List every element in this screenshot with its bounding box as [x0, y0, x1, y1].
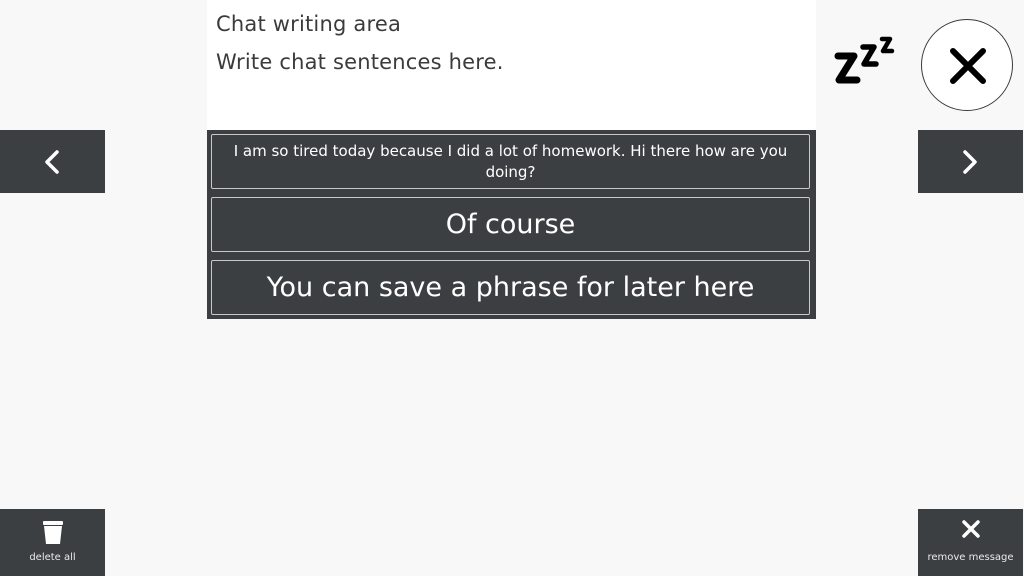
delete-all-label: delete all	[29, 552, 76, 563]
writing-area-title: Chat writing area	[216, 12, 402, 36]
phrase-item[interactable]: Of course	[211, 197, 810, 252]
writing-area-placeholder: Write chat sentences here.	[216, 50, 504, 74]
previous-button[interactable]	[0, 130, 105, 193]
chat-writing-area[interactable]: Chat writing area Write chat sentences h…	[207, 0, 816, 130]
close-button[interactable]	[921, 19, 1013, 111]
chat-screen: Chat writing area Write chat sentences h…	[0, 0, 1024, 576]
remove-message-button[interactable]: remove message	[918, 509, 1023, 576]
trash-icon	[42, 521, 63, 544]
close-icon	[950, 48, 986, 84]
zzz-icon	[834, 36, 895, 84]
chevron-right-icon	[963, 150, 977, 174]
chevron-left-icon	[45, 150, 59, 174]
phrase-item[interactable]: You can save a phrase for later here	[211, 260, 810, 315]
sleep-button[interactable]	[830, 30, 905, 90]
remove-message-label: remove message	[927, 552, 1014, 563]
phrase-item[interactable]: I am so tired today because I did a lot …	[211, 134, 810, 189]
next-button[interactable]	[918, 130, 1023, 193]
close-icon	[961, 520, 980, 538]
delete-all-button[interactable]: delete all	[0, 509, 105, 576]
saved-phrases-list: I am so tired today because I did a lot …	[207, 130, 816, 319]
